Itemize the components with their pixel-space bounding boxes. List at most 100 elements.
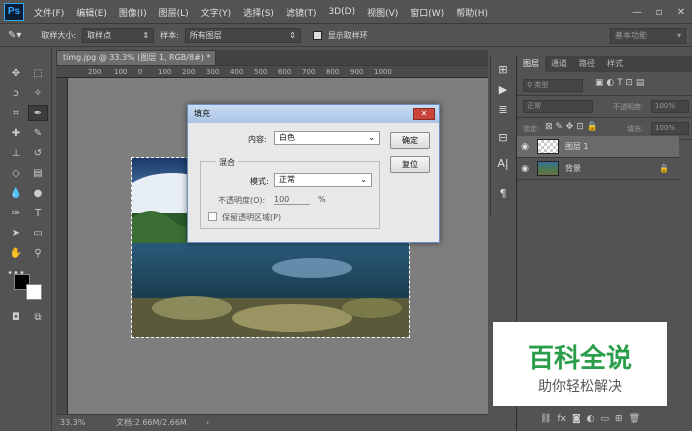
lasso-tool-icon[interactable]: ↄ (6, 86, 26, 102)
dialog-close-button[interactable]: ✕ (413, 108, 435, 120)
magic-wand-icon[interactable]: ✧ (28, 86, 48, 102)
sample-size-select[interactable]: 取样点 ⇕ (82, 28, 155, 43)
marquee-tool-icon[interactable]: ⬚ (28, 66, 48, 82)
sample-size-label: 取样大小: (41, 31, 77, 40)
zoom-tool-icon[interactable]: ⚲ (28, 246, 48, 262)
mode-label: 模式: (250, 177, 269, 186)
screen-mode-icon[interactable]: ⧉ (28, 310, 48, 326)
paragraph-A-icon[interactable]: A| (495, 156, 511, 172)
trash-icon[interactable]: 🗑 (629, 414, 640, 424)
tab-paths[interactable]: 路径 (573, 56, 601, 72)
chevron-down-icon: ⇕ (289, 31, 296, 40)
menu-3d[interactable]: 3D(D) (322, 7, 361, 17)
chevron-down-icon: ⌄ (368, 133, 375, 142)
fx-icon[interactable]: fx (557, 414, 566, 424)
tab-layers[interactable]: 图层 (517, 56, 545, 72)
layer-name: 背景 (565, 164, 581, 173)
brush-tool-icon[interactable]: ✎ (28, 126, 48, 142)
chevron-right-icon[interactable]: › (206, 415, 209, 430)
folder-icon[interactable]: ▭ (601, 414, 610, 424)
blur-tool-icon[interactable]: 💧 (6, 186, 26, 202)
tab-channels[interactable]: 通道 (545, 56, 573, 72)
quick-mask-icon[interactable]: ◘ (6, 310, 26, 326)
menu-select[interactable]: 选择(S) (237, 6, 280, 19)
new-layer-icon[interactable]: ⊞ (615, 414, 623, 424)
content-select[interactable]: 白色 ⌄ (274, 131, 380, 145)
fill-field[interactable]: 100% (651, 122, 689, 135)
background-color-swatch[interactable] (26, 284, 42, 300)
sample-label: 样本: (160, 31, 179, 40)
chevron-down-icon: ⇕ (142, 31, 150, 40)
blend-row: 正常 不透明度: 100% (517, 96, 692, 118)
layer-kind-select[interactable]: ⚲ 类型 (523, 79, 583, 92)
clone-stamp-icon[interactable]: ⊥ (6, 146, 26, 162)
workspace-select[interactable]: 基本功能 ▾ (610, 28, 686, 44)
panel-icon-strip: ⊞ ▶ ≣ ⊟ A| ¶ (490, 56, 514, 216)
dodge-tool-icon[interactable]: ● (28, 186, 48, 202)
eyedropper-tool-icon[interactable]: ✎▾ (8, 30, 21, 41)
ok-button[interactable]: 确定 (390, 132, 430, 149)
pilcrow-icon[interactable]: ¶ (495, 186, 511, 202)
eye-icon[interactable]: ◉ (517, 142, 533, 152)
mask-icon[interactable]: ◙ (572, 414, 581, 424)
adjustment-icon[interactable]: ◐ (587, 414, 595, 424)
minimize-icon[interactable]: — (626, 7, 648, 18)
preserve-transparency-checkbox[interactable] (208, 212, 217, 221)
options-bar: ✎▾ 取样大小: 取样点 ⇕ 样本: 所有图层 ⇕ 显示取样环 (0, 25, 692, 47)
sample-select[interactable]: 所有图层 ⇕ (184, 28, 301, 43)
menu-image[interactable]: 图像(I) (113, 6, 153, 19)
document-tab[interactable]: timg.jpg @ 33.3% (图层 1, RGB/8#) * × (56, 50, 216, 76)
mode-select[interactable]: 正常 ⌄ (274, 173, 372, 187)
character-panel-icon[interactable]: ⊟ (495, 130, 511, 146)
menu-layer[interactable]: 图层(L) (153, 6, 195, 19)
menu-type[interactable]: 文字(Y) (195, 6, 238, 19)
properties-panel-icon[interactable]: ≣ (495, 102, 511, 118)
window-controls: — ▫ ✕ (626, 0, 692, 24)
status-bar: 33.3% 文档:2.66M/2.66M › (56, 414, 488, 431)
opacity-unit: % (318, 195, 326, 204)
blend-group-label: 混合 (216, 157, 238, 168)
menu-file[interactable]: 文件(F) (28, 6, 70, 19)
lock-icons[interactable]: ⊠ ✎ ✥ ⊡ 🔒 (545, 122, 598, 132)
eyedropper-tool-icon[interactable]: ✒ (28, 105, 48, 121)
eraser-tool-icon[interactable]: ◇ (6, 166, 26, 182)
tab-styles[interactable]: 样式 (601, 56, 629, 72)
menu-window[interactable]: 窗口(W) (404, 6, 450, 19)
ruler-tick: 200 (182, 68, 196, 76)
reset-button[interactable]: 复位 (390, 156, 430, 173)
opacity-label: 不透明度(O): (218, 196, 266, 205)
menu-edit[interactable]: 编辑(E) (70, 6, 113, 19)
tab-strip (216, 50, 488, 66)
zoom-level[interactable]: 33.3% (60, 415, 85, 430)
type-tool-icon[interactable]: T (28, 206, 48, 222)
layers-tabs: 图层 通道 路径 样式 (517, 56, 692, 72)
healing-brush-icon[interactable]: ✚ (6, 126, 26, 142)
hand-tool-icon[interactable]: ✋ (6, 246, 26, 262)
history-panel-icon[interactable]: ⊞ (495, 62, 511, 78)
menu-filter[interactable]: 滤镜(T) (280, 6, 323, 19)
eye-icon[interactable]: ◉ (517, 164, 533, 174)
pen-tool-icon[interactable]: ✑ (6, 206, 26, 222)
show-ring-checkbox[interactable] (312, 31, 322, 40)
ruler-tick: 900 (350, 68, 364, 76)
blend-mode-select[interactable]: 正常 (523, 100, 593, 113)
link-icon[interactable]: ⛓ (540, 414, 551, 424)
opacity-field[interactable]: 100% (651, 100, 689, 113)
layer-row-background[interactable]: ◉ 背景 🔒 (517, 158, 679, 180)
filter-icons[interactable]: ▣ ◐ T ⊡ ▤ (595, 78, 644, 88)
menu-help[interactable]: 帮助(H) (450, 6, 494, 19)
maximize-icon[interactable]: ▫ (648, 7, 670, 18)
crop-tool-icon[interactable]: ⌗ (6, 106, 26, 122)
menu-view[interactable]: 视图(V) (361, 6, 404, 19)
layer-thumbnail (537, 139, 559, 154)
close-icon[interactable]: ✕ (670, 7, 692, 18)
path-select-icon[interactable]: ➤ (6, 226, 26, 242)
layer-name: 图层 1 (565, 142, 589, 151)
actions-play-icon[interactable]: ▶ (495, 82, 511, 98)
history-brush-icon[interactable]: ↺ (28, 146, 48, 162)
gradient-tool-icon[interactable]: ▤ (28, 166, 48, 182)
shape-tool-icon[interactable]: ▭ (28, 226, 48, 242)
layer-row-1[interactable]: ◉ 图层 1 (517, 136, 679, 158)
move-tool-icon[interactable]: ✥ (6, 66, 26, 82)
opacity-input[interactable]: 100 (274, 195, 310, 205)
